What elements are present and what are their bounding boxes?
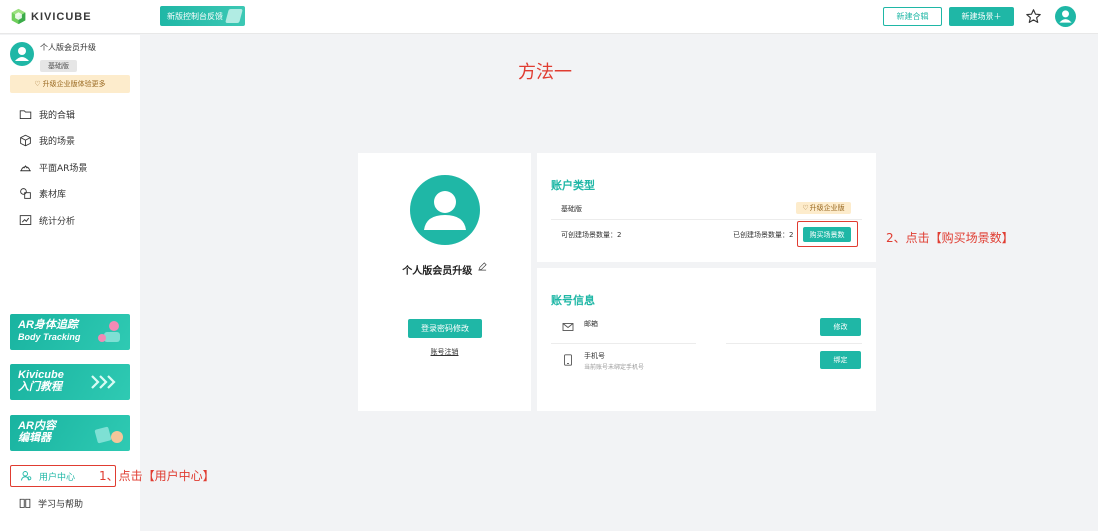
crown-icon: ♡ (34, 80, 41, 88)
account-info-card: 账号信息 邮箱 修改 手机号 当前账号未绑定手机号 绑定 (537, 268, 876, 411)
sidebar-item-library[interactable]: 素材库 (0, 181, 140, 208)
upgrade-bar-label: 升级企业版体验更多 (42, 80, 106, 88)
banner-body-tracking[interactable]: AR身体追踪 Body Tracking (10, 314, 130, 350)
new-scene-button[interactable]: 新建场景＋ (949, 7, 1014, 26)
logo[interactable]: KIVICUBE (10, 8, 92, 25)
cube-icon (20, 134, 31, 147)
banner-subtitle: 编辑器 (18, 432, 51, 444)
change-password-button[interactable]: 登录密码修改 (408, 319, 482, 338)
kivicube-logo-icon (11, 8, 26, 25)
sidebar-item-plane-ar[interactable]: 平面AR场景 (0, 154, 140, 181)
step1-annotation: 1、点击【用户中心】 (99, 469, 215, 483)
divider (551, 219, 862, 220)
new-collection-button[interactable]: 新建合辑 (883, 7, 942, 26)
phone-label: 手机号 (584, 352, 605, 360)
feedback-label: 新版控制台反馈 (167, 11, 223, 21)
created-scenes-value: 2 (789, 231, 794, 239)
banner-title: Kivicube (18, 369, 64, 381)
sidebar-item-analytics[interactable]: 统计分析 (0, 207, 140, 234)
available-scenes-label: 可创建场景数量： (561, 231, 617, 239)
upgrade-enterprise-badge[interactable]: ♡ 升级企业版 (796, 202, 851, 214)
mail-icon (562, 323, 574, 331)
feedback-deco-icon (225, 9, 243, 23)
logo-text: KIVICUBE (31, 10, 92, 23)
library-icon (20, 188, 31, 200)
created-scenes: 已创建场景数量：2 (733, 230, 793, 240)
sidebar-item-collections[interactable]: 我的合辑 (0, 101, 140, 128)
banner-subtitle: 入门教程 (18, 381, 62, 393)
divider (726, 343, 862, 344)
profile-avatar-icon[interactable] (410, 175, 480, 245)
crown-icon: ♡ (802, 204, 809, 212)
star-icon[interactable] (1025, 8, 1042, 25)
banner-tutorial[interactable]: Kivicube 入门教程 (10, 364, 130, 400)
created-scenes-label: 已创建场景数量： (733, 231, 789, 239)
account-type-title: 账户类型 (551, 179, 595, 192)
account-plan: 基础版 (561, 205, 582, 213)
user-avatar-icon (10, 42, 34, 66)
available-scenes: 可创建场景数量：2 (561, 230, 621, 240)
phone-hint: 当前账号未绑定手机号 (584, 364, 645, 371)
email-edit-button[interactable]: 修改 (820, 318, 861, 336)
banner-title: AR身体追踪 (18, 319, 78, 331)
sidebar-user[interactable]: 个人版会员升级 基础版 (10, 42, 96, 72)
edit-icon[interactable] (478, 262, 487, 271)
banner-subtitle: Body Tracking (18, 332, 81, 342)
book-icon (19, 498, 31, 508)
sidebar-item-label: 素材库 (39, 190, 67, 201)
sidebar-item-label: 统计分析 (39, 216, 76, 227)
plan-tag: 基础版 (40, 60, 77, 72)
avatar-icon[interactable] (1055, 6, 1076, 27)
top-bar: KIVICUBE 新版控制台反馈 新建合辑 新建场景＋ (0, 0, 1098, 34)
plane-ar-icon (20, 164, 31, 171)
sidebar-item-scenes[interactable]: 我的场景 (0, 128, 140, 155)
account-type-card: 账户类型 基础版 ♡ 升级企业版 可创建场景数量：2 已创建场景数量：2 购买场… (537, 153, 876, 262)
highlight-box (797, 221, 858, 247)
sidebar-nav: 我的合辑 我的场景 平面AR场景 素材库 统计分析 (0, 101, 140, 234)
divider (551, 343, 696, 344)
phone-icon (564, 354, 572, 366)
step2-annotation: 2、点击【购买场景数】 (886, 231, 1014, 245)
sidebar-item-label: 学习与帮助 (38, 499, 84, 510)
sidebar-user-name: 个人版会员升级 (40, 43, 96, 52)
banner-title: AR内容 (18, 420, 56, 432)
sidebar-item-help[interactable]: 学习与帮助 (10, 492, 116, 514)
chevrons-right-icon (91, 375, 116, 389)
sidebar-item-label: 我的合辑 (39, 110, 76, 121)
feedback-button[interactable]: 新版控制台反馈 (160, 6, 245, 26)
upgrade-enterprise-label: 升级企业版 (809, 204, 845, 212)
account-info-title: 账号信息 (551, 294, 595, 307)
method-title: 方法一 (518, 62, 572, 83)
phone-bind-button[interactable]: 绑定 (820, 351, 861, 369)
user-icon (21, 471, 32, 481)
sidebar-item-label: 用户中心 (39, 472, 76, 483)
available-scenes-value: 2 (617, 231, 622, 239)
profile-card: 个人版会员升级 登录密码修改 账号注销 (358, 153, 531, 411)
sidebar: 个人版会员升级 基础版 ♡ 升级企业版体验更多 我的合辑 我的场景 平面AR场景… (0, 35, 140, 531)
email-label: 邮箱 (584, 320, 598, 328)
profile-name: 个人版会员升级 (402, 266, 473, 277)
sidebar-item-label: 我的场景 (39, 137, 76, 148)
banner-editor[interactable]: AR内容 编辑器 (10, 415, 130, 451)
chart-icon (19, 214, 32, 225)
sidebar-item-label: 平面AR场景 (39, 163, 88, 174)
folder-icon (19, 110, 32, 119)
upgrade-bar[interactable]: ♡ 升级企业版体验更多 (10, 75, 130, 93)
body-tracking-icon (98, 321, 120, 342)
editor-hand-icon (94, 426, 123, 444)
deregister-link[interactable]: 账号注销 (358, 347, 531, 357)
